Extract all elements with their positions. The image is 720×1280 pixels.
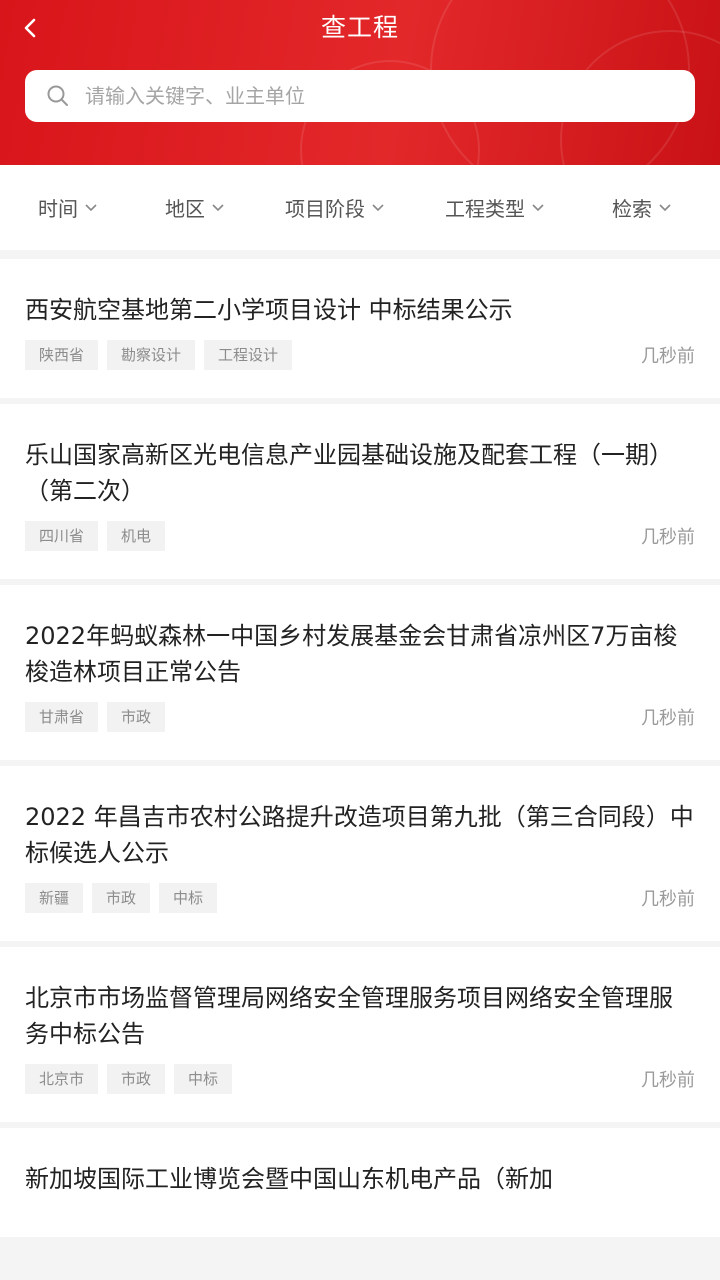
list-item[interactable]: 新加坡国际工业博览会暨中国山东机电产品（新加: [0, 1128, 720, 1237]
item-title: 西安航空基地第二小学项目设计 中标结果公示: [25, 296, 513, 324]
chevron-down-icon: [85, 203, 97, 211]
item-title: 北京市市场监督管理局网络安全管理服务项目网络安全管理服务中标公告: [25, 984, 673, 1048]
tag: 工程设计: [204, 340, 293, 370]
item-tags: 陕西省 勘察设计 工程设计: [25, 340, 301, 370]
item-title: 新加坡国际工业博览会暨中国山东机电产品（新加: [25, 1165, 553, 1193]
header-bar: 查工程: [0, 0, 720, 165]
tag: 新疆: [25, 883, 84, 913]
tag: 市政: [92, 883, 151, 913]
tag: 机电: [107, 521, 166, 551]
list-item[interactable]: 2022年蚂蚁森林一中国乡村发展基金会甘肃省凉州区7万亩梭梭造林项目正常公告 甘…: [0, 585, 720, 760]
filter-label: 检索: [612, 197, 652, 221]
item-time: 几秒前: [641, 346, 695, 367]
tag: 中标: [159, 883, 218, 913]
tag: 陕西省: [25, 340, 99, 370]
filter-search[interactable]: 检索: [612, 165, 672, 250]
page-title: 查工程: [320, 13, 399, 42]
item-meta: 北京市 市政 中标 几秒前: [25, 1064, 695, 1122]
list-item[interactable]: 乐山国家高新区光电信息产业园基础设施及配套工程（一期）（第二次） 四川省 机电 …: [0, 404, 720, 579]
item-time: 几秒前: [641, 708, 695, 729]
filter-region[interactable]: 地区: [165, 165, 225, 250]
filter-label: 地区: [165, 197, 205, 221]
filter-label: 时间: [38, 197, 78, 221]
chevron-down-icon: [532, 203, 544, 211]
search-input[interactable]: [85, 84, 645, 108]
tag: 北京市: [25, 1064, 99, 1094]
item-title: 2022年蚂蚁森林一中国乡村发展基金会甘肃省凉州区7万亩梭梭造林项目正常公告: [25, 622, 678, 686]
tag: 甘肃省: [25, 702, 99, 732]
tag: 中标: [174, 1064, 233, 1094]
item-meta: 四川省 机电 几秒前: [25, 521, 695, 579]
tag: 市政: [107, 1064, 166, 1094]
tag: 市政: [107, 702, 166, 732]
item-meta: 甘肃省 市政 几秒前: [25, 702, 695, 760]
item-tags: 甘肃省 市政: [25, 702, 174, 732]
filter-type[interactable]: 工程类型: [445, 165, 545, 250]
chevron-down-icon: [372, 203, 384, 211]
filter-label: 项目阶段: [285, 197, 365, 221]
project-list: 西安航空基地第二小学项目设计 中标结果公示 陕西省 勘察设计 工程设计 几秒前 …: [0, 259, 720, 1243]
item-title: 乐山国家高新区光电信息产业园基础设施及配套工程（一期）（第二次）: [25, 441, 673, 505]
item-time: 几秒前: [641, 527, 695, 548]
list-item[interactable]: 2022 年昌吉市农村公路提升改造项目第九批（第三合同段）中标候选人公示 新疆 …: [0, 766, 720, 941]
list-item[interactable]: 西安航空基地第二小学项目设计 中标结果公示 陕西省 勘察设计 工程设计 几秒前: [0, 259, 720, 398]
tag: 勘察设计: [107, 340, 196, 370]
list-item[interactable]: 北京市市场监督管理局网络安全管理服务项目网络安全管理服务中标公告 北京市 市政 …: [0, 947, 720, 1122]
item-tags: 新疆 市政 中标: [25, 883, 226, 913]
filter-bar: 时间 地区 项目阶段 工程类型 检索: [0, 165, 720, 250]
item-time: 几秒前: [641, 1070, 695, 1091]
search-box[interactable]: [25, 70, 695, 122]
tag: 四川省: [25, 521, 99, 551]
filter-stage[interactable]: 项目阶段: [285, 165, 385, 250]
item-title: 2022 年昌吉市农村公路提升改造项目第九批（第三合同段）中标候选人公示: [25, 803, 694, 867]
filter-time[interactable]: 时间: [38, 165, 98, 250]
item-tags: 北京市 市政 中标: [25, 1064, 241, 1094]
search-icon: [47, 85, 68, 106]
item-meta: 新疆 市政 中标 几秒前: [25, 883, 695, 941]
item-meta: 陕西省 勘察设计 工程设计 几秒前: [25, 340, 695, 398]
filter-label: 工程类型: [445, 197, 525, 221]
item-time: 几秒前: [641, 889, 695, 910]
item-tags: 四川省 机电: [25, 521, 174, 551]
chevron-down-icon: [212, 203, 224, 211]
chevron-down-icon: [659, 203, 671, 211]
